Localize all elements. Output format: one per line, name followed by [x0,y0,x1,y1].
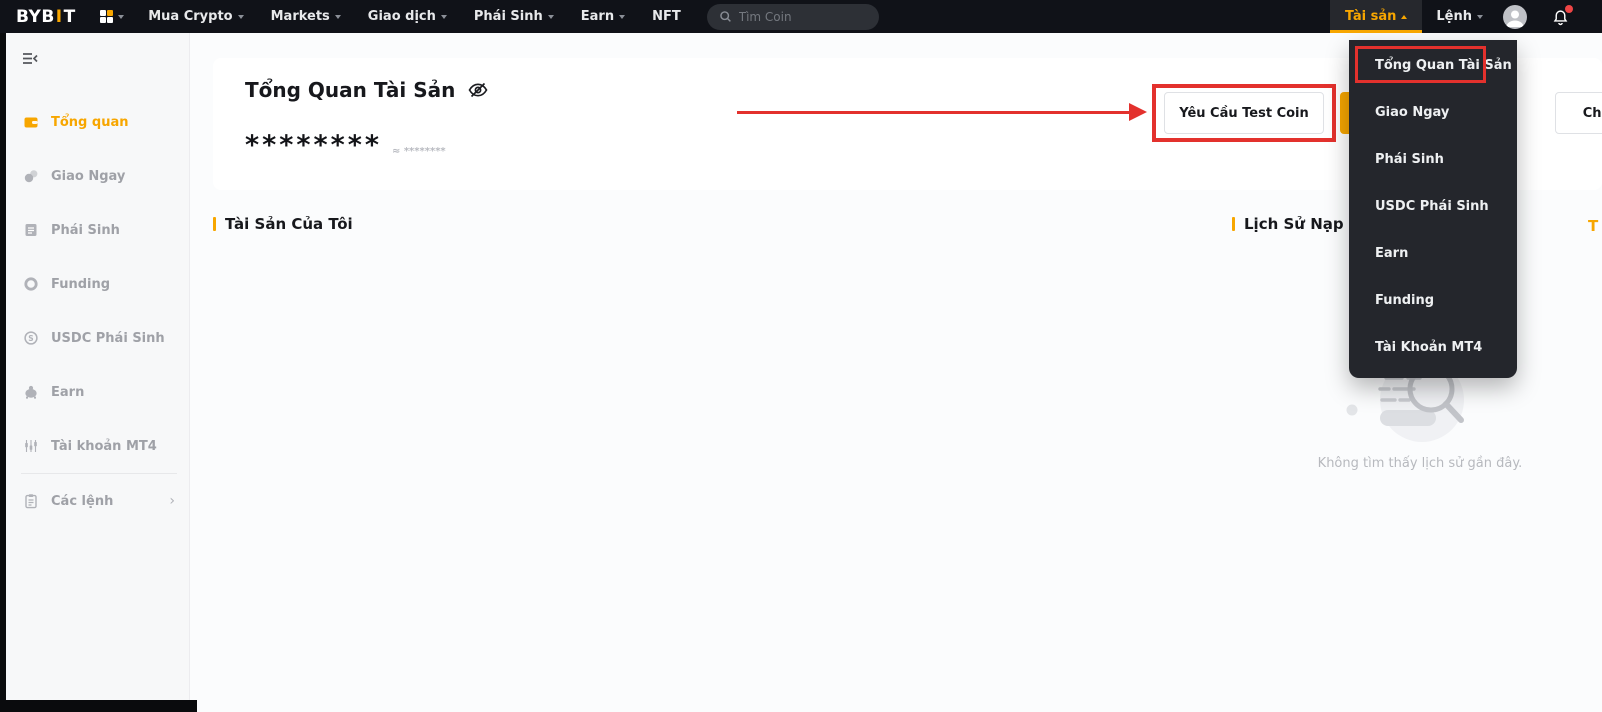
sidebar-collapse-icon[interactable] [22,51,38,66]
chevron-down-icon [619,14,626,19]
nav-label: Lệnh [1436,9,1472,24]
coin-search-box[interactable] [706,3,879,30]
clipboard-icon [23,493,39,509]
top-nav: BYB I T Mua Crypto Markets Giao dịch Phái … [0,0,1602,33]
sidebar-item-usdc-perp[interactable]: S USDC Phái Sinh [6,311,189,365]
chevron-up-icon [1401,14,1408,19]
nav-label: Tài sản [1345,9,1397,24]
apps-grid-icon[interactable] [99,9,125,24]
wallet-icon [23,114,39,130]
nav-item-assets[interactable]: Tài sản [1330,0,1423,33]
sidebar-item-label: Tài khoản MT4 [51,438,157,454]
page-title: Tổng Quan Tài Sản [245,78,456,102]
nav-item-derivatives[interactable]: Phái Sinh [474,9,554,24]
sidebar-item-overview[interactable]: Tổng quan [6,95,189,149]
heading-accent-bar [213,217,216,231]
search-icon [719,10,732,23]
request-test-coin-button[interactable]: Yêu Cầu Test Coin [1164,92,1324,134]
dropdown-item-derivatives[interactable]: Phái Sinh [1349,136,1517,183]
dropdown-item-asset-overview[interactable]: Tổng Quan Tài Sản [1349,42,1517,89]
sidebar-item-spot[interactable]: Giao Ngay [6,149,189,203]
sidebar-item-orders[interactable]: Các lệnh › [6,474,189,528]
section-title: Tài Sản Của Tôi [225,215,353,233]
chevron-down-icon [440,14,447,19]
nav-item-trade[interactable]: Giao dịch [368,9,447,24]
dropdown-item-funding[interactable]: Funding [1349,277,1517,324]
svg-text:S: S [28,334,33,343]
dropdown-item-usdc-perp[interactable]: USDC Phái Sinh [1349,183,1517,230]
logo-text-2: T [63,6,76,27]
nav-label: Phái Sinh [473,9,543,24]
nav-item-markets[interactable]: Markets [271,9,341,24]
nav-right-cluster: Tài sản Lệnh [1330,0,1602,33]
history-more-link[interactable]: T [1588,217,1598,235]
chevron-down-icon [334,14,341,19]
nav-item-orders[interactable]: Lệnh [1436,9,1483,24]
contract-icon [23,222,39,238]
funding-coin-icon [23,276,39,292]
empty-history-text: Không tìm thấy lịch sử gần đây. [1317,456,1523,471]
chevron-down-icon [1477,14,1483,19]
dropdown-item-spot[interactable]: Giao Ngay [1349,89,1517,136]
sidebar-item-label: Funding [51,276,111,292]
avatar[interactable] [1503,4,1527,29]
chevron-down-icon [237,14,244,19]
nav-label: Markets [270,9,330,24]
nav-menu: Mua Crypto Markets Giao dịch Phái Sinh E… [148,9,681,24]
candlestick-icon [23,438,39,454]
sidebar-menu: Tổng quan Giao Ngay Phái Sinh Funding S … [6,95,189,528]
nav-label: Earn [580,9,615,24]
masked-approx-balance: ≈ ******** [391,146,446,157]
sidebar-item-funding[interactable]: Funding [6,257,189,311]
assets-dropdown-menu: Tổng Quan Tài Sản Giao Ngay Phái Sinh US… [1349,40,1517,378]
nav-item-earn[interactable]: Earn [580,9,626,24]
chevron-right-icon: › [169,493,175,509]
sidebar-item-label: Các lệnh [51,493,114,509]
sidebar-item-label: Giao Ngay [51,168,126,184]
eye-off-icon[interactable] [467,79,489,101]
chevron-down-icon [118,14,125,19]
logo-text: BYB [16,6,55,27]
sidebar-item-earn[interactable]: Earn [6,365,189,419]
bybit-logo[interactable]: BYB I T [16,7,76,27]
nav-label: Giao dịch [367,9,436,24]
sidebar-item-mt4[interactable]: Tài khoản MT4 [6,419,189,473]
active-underline [1330,30,1423,33]
nav-label: Mua Crypto [148,9,233,24]
section-title: Lịch Sử Nạp [1244,215,1344,233]
nav-label: NFT [652,9,681,24]
dropdown-item-mt4[interactable]: Tài Khoản MT4 [1349,324,1517,371]
header-transfer-button[interactable]: Chuyển [1555,92,1602,134]
notifications-bell[interactable] [1551,4,1573,27]
sidebar-item-label: Tổng quan [51,114,129,130]
chevron-down-icon [547,14,554,19]
coins-icon [23,168,39,184]
nav-item-buy-crypto[interactable]: Mua Crypto [148,9,244,24]
notification-dot [1565,4,1573,13]
sidebar-item-label: USDC Phái Sinh [51,330,165,346]
sidebar-item-label: Phái Sinh [51,222,120,238]
heading-accent-bar [1232,217,1235,231]
sidebar-item-derivatives[interactable]: Phái Sinh [6,203,189,257]
piggy-bank-icon [23,384,39,400]
usdc-icon: S [23,330,39,346]
window-bottom-edge [0,700,197,712]
my-assets-heading: Tài Sản Của Tôi [213,215,353,233]
dropdown-item-earn[interactable]: Earn [1349,230,1517,277]
sidebar-item-label: Earn [51,384,85,400]
nav-item-nft[interactable]: NFT [652,9,681,24]
search-input[interactable] [738,9,859,24]
deposit-history-heading: Lịch Sử Nạp [1232,215,1344,233]
sidebar: Tổng quan Giao Ngay Phái Sinh Funding S … [6,33,190,700]
masked-total-balance: ******** [245,130,382,161]
logo-accent: I [55,6,63,27]
